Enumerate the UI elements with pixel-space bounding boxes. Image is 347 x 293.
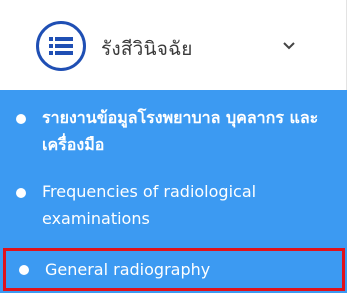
sidebar-menu: รังสีวินิจฉัย รายงานข้อมูลโรงพยาบาล บุคล… [0, 0, 347, 293]
bullet-icon [16, 114, 26, 124]
submenu-item-label: Frequencies of radiological examinations [42, 182, 257, 228]
bullet-icon [19, 265, 29, 275]
bullet-icon [16, 188, 26, 198]
submenu-item-label: รายงานข้อมูลโรงพยาบาล บุคลากร และเครื่อง… [42, 108, 319, 154]
chevron-down-icon[interactable] [282, 36, 296, 55]
submenu-item-general-radiography[interactable]: General radiography [3, 248, 345, 291]
section-title: รังสีวินิจฉัย [101, 38, 193, 60]
list-icon-glyph [49, 37, 73, 55]
submenu-item-hospital-report[interactable]: รายงานข้อมูลโรงพยาบาล บุคลากร และเครื่อง… [0, 104, 347, 164]
list-icon [36, 21, 86, 71]
submenu-item-frequencies[interactable]: Frequencies of radiological examinations [0, 178, 347, 238]
submenu-list: รายงานข้อมูลโรงพยาบาล บุคลากร และเครื่อง… [0, 90, 347, 293]
menu-section-header[interactable]: รังสีวินิจฉัย [0, 0, 347, 90]
submenu-item-label: General radiography [45, 260, 211, 279]
